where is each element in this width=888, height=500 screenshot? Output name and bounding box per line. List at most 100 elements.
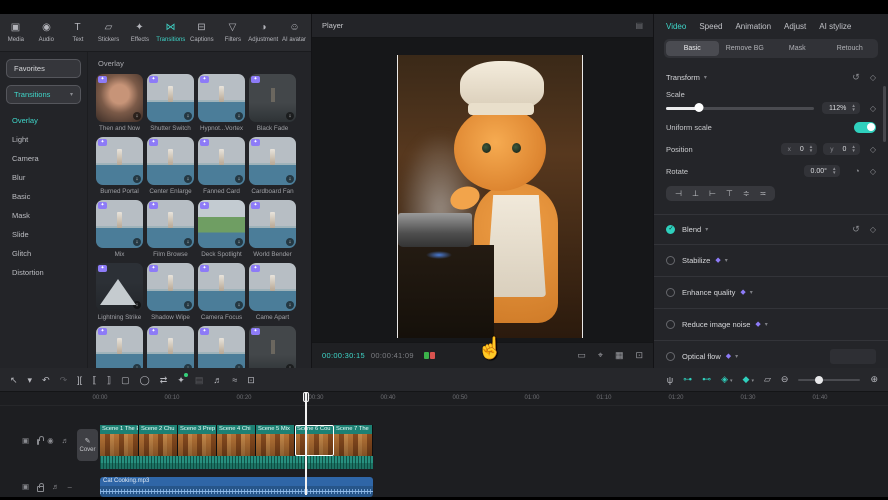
sidebar-item-glitch[interactable]: Glitch bbox=[6, 244, 81, 263]
clip-audio-waveform[interactable] bbox=[100, 456, 373, 469]
transition-card-item[interactable]: ✦↓ bbox=[249, 326, 296, 368]
scale-value-box[interactable]: 112% ▲▼ bbox=[822, 102, 860, 114]
sidebar-item-mask[interactable]: Mask bbox=[6, 206, 81, 225]
tab-ai-stylize[interactable]: AI stylize bbox=[819, 22, 851, 31]
timeline-clip-scene-3-prep[interactable]: Scene 3 Prep bbox=[178, 425, 217, 456]
sidebar-item-overlay[interactable]: Overlay bbox=[6, 111, 81, 130]
split-icon[interactable]: ][ bbox=[77, 375, 82, 385]
transition-card-fanned-card[interactable]: ✦↓Fanned Card bbox=[198, 137, 245, 200]
mirror-icon[interactable]: ⇄ bbox=[160, 375, 168, 385]
optical-flow-disabled-button[interactable] bbox=[830, 349, 876, 364]
zoom-out-icon[interactable]: ⊖ bbox=[781, 374, 789, 385]
sidebar-item-slide[interactable]: Slide bbox=[6, 225, 81, 244]
marker-pair-icon[interactable]: ⊷ bbox=[702, 374, 711, 385]
scale-slider[interactable] bbox=[666, 103, 814, 113]
toolbar-item-ai-avatar[interactable]: ☺AI avatar bbox=[279, 14, 310, 51]
cover-button[interactable]: ✎ Cover bbox=[77, 429, 98, 461]
smart-tool-icon[interactable]: ✦ bbox=[177, 375, 185, 385]
toolbar-item-transitions[interactable]: ⋈Transitions bbox=[155, 14, 186, 51]
collapse-icon[interactable]: ▾ bbox=[704, 74, 707, 81]
mask-icon[interactable]: ◯ bbox=[140, 375, 150, 385]
timeline-clip-scene-7-the[interactable]: Scene 7 The bbox=[334, 425, 373, 456]
frame-preview-icon[interactable] bbox=[424, 352, 435, 359]
align-left-icon[interactable]: ⊣ bbox=[675, 189, 682, 198]
uniform-scale-toggle[interactable] bbox=[854, 122, 876, 133]
transition-card-item[interactable]: ✦↓ bbox=[96, 326, 143, 368]
enhance-quality-checkbox[interactable] bbox=[666, 288, 675, 297]
reduce-noise-checkbox[interactable] bbox=[666, 320, 675, 329]
mute-icon[interactable]: ♬ bbox=[62, 437, 70, 445]
position-y-stepper[interactable]: ▲▼ bbox=[851, 145, 855, 153]
toolbar-item-media[interactable]: ▣Media bbox=[0, 14, 31, 51]
timeline-clip-scene-1-the-e[interactable]: Scene 1 The E bbox=[100, 425, 139, 456]
hide-icon[interactable]: ◉ bbox=[47, 437, 54, 445]
align-center-v-icon[interactable]: ≑ bbox=[743, 189, 750, 198]
tab-speed[interactable]: Speed bbox=[699, 22, 722, 31]
subtab-retouch[interactable]: Retouch bbox=[824, 41, 877, 56]
transition-card-hypnot-vortex[interactable]: ✦↓Hypnot...Vortex bbox=[198, 74, 245, 137]
trim-left-icon[interactable]: ⟦ bbox=[92, 375, 96, 385]
sidebar-item-distortion[interactable]: Distortion bbox=[6, 263, 81, 282]
rotate-keyframe-icon[interactable]: ◇ bbox=[870, 167, 876, 176]
select-tool-dropdown-icon[interactable]: ▾ bbox=[28, 375, 33, 385]
transition-card-then-and-now[interactable]: ✦↓Then and Now bbox=[96, 74, 143, 137]
timeline-clip-scene-2-chu[interactable]: Scene 2 Chu bbox=[139, 425, 178, 456]
screen-expand-icon[interactable]: ⊡ bbox=[247, 375, 255, 385]
subtab-mask[interactable]: Mask bbox=[771, 41, 824, 56]
stabilize-expand-icon[interactable]: ▾ bbox=[725, 257, 728, 264]
reduce-noise-expand-icon[interactable]: ▾ bbox=[765, 321, 768, 328]
select-tool-icon[interactable]: ↖ bbox=[10, 375, 18, 385]
crop-icon[interactable]: ▢ bbox=[121, 375, 130, 385]
align-top-icon[interactable]: ⊤ bbox=[726, 189, 733, 198]
zoom-slider-knob[interactable] bbox=[815, 376, 823, 384]
transition-card-item[interactable]: ✦↓ bbox=[147, 326, 194, 368]
mute-clip-icon[interactable]: ♬ bbox=[213, 375, 222, 385]
video-preview[interactable] bbox=[397, 55, 583, 338]
transition-card-burned-portal[interactable]: ✦↓Burned Portal bbox=[96, 137, 143, 200]
align-right-icon[interactable]: ⊢ bbox=[709, 189, 716, 198]
enhance-expand-icon[interactable]: ▾ bbox=[750, 289, 753, 296]
tab-adjust[interactable]: Adjust bbox=[784, 22, 806, 31]
position-keyframe-icon[interactable]: ◇ bbox=[870, 145, 876, 154]
transition-card-cardboard-fan[interactable]: ✦↓Cardboard Fan bbox=[249, 137, 296, 200]
sidebar-item-light[interactable]: Light bbox=[6, 130, 81, 149]
zoom-slider[interactable] bbox=[798, 376, 860, 384]
blend-keyframe-icon[interactable]: ◇ bbox=[870, 225, 876, 234]
toolbar-item-text[interactable]: TText bbox=[62, 14, 93, 51]
transition-card-film-browse[interactable]: ✦↓Film Browse bbox=[147, 200, 194, 263]
keyframe-menu-icon[interactable]: ◈▾ bbox=[721, 374, 732, 385]
marker-menu-icon[interactable]: ◆▾ bbox=[743, 374, 754, 385]
quality-icon[interactable]: ▦ bbox=[615, 350, 624, 361]
inspector-scrollbar[interactable] bbox=[883, 86, 886, 142]
blend-expand-icon[interactable]: ▾ bbox=[705, 226, 708, 233]
transition-card-mix[interactable]: ✦↓Mix bbox=[96, 200, 143, 263]
timeline-clip-scene-4-chi[interactable]: Scene 4 Chi bbox=[217, 425, 256, 456]
position-x-stepper[interactable]: ▲▼ bbox=[809, 145, 813, 153]
audio-clip[interactable]: Cat Cooking.mp3 bbox=[100, 477, 373, 497]
rotate-value-box[interactable]: 0.00° ▲▼ bbox=[804, 165, 841, 177]
trim-right-icon[interactable]: ⟧ bbox=[107, 375, 111, 385]
rotate-dial-icon[interactable]: ◔ bbox=[854, 166, 859, 176]
sidebar-item-basic[interactable]: Basic bbox=[6, 187, 81, 206]
transition-card-black-fade[interactable]: ✦↓Black Fade bbox=[249, 74, 296, 137]
sidebar-item-camera[interactable]: Camera bbox=[6, 149, 81, 168]
playhead[interactable] bbox=[305, 392, 307, 495]
mirror-preview-icon[interactable]: ▭ bbox=[577, 350, 586, 361]
reset-blend-icon[interactable]: ↺ bbox=[852, 224, 860, 235]
favorites-button[interactable]: Favorites bbox=[6, 59, 81, 78]
transition-card-shadow-wipe[interactable]: ✦↓Shadow Wipe bbox=[147, 263, 194, 326]
transition-card-world-bender[interactable]: ✦↓World Bender bbox=[249, 200, 296, 263]
redo-icon[interactable]: ↷ bbox=[60, 375, 68, 385]
focus-icon[interactable]: ⌖ bbox=[598, 350, 603, 361]
toolbar-item-audio[interactable]: ◉Audio bbox=[31, 14, 62, 51]
fullscreen-icon[interactable]: ⊡ bbox=[635, 350, 643, 361]
tab-animation[interactable]: Animation bbox=[735, 22, 771, 31]
layers-icon[interactable]: ▤ bbox=[195, 375, 204, 385]
more-icon[interactable]: – bbox=[68, 483, 72, 491]
mute-icon[interactable]: ♬ bbox=[52, 483, 60, 491]
timeline-clip-scene-5-mix[interactable]: Scene 5 Mix bbox=[256, 425, 295, 456]
transform-keyframe-icon[interactable]: ◇ bbox=[870, 73, 876, 82]
toolbar-item-effects[interactable]: ✦Effects bbox=[124, 14, 155, 51]
toolbar-item-stickers[interactable]: ▱Stickers bbox=[93, 14, 124, 51]
scale-stepper[interactable]: ▲▼ bbox=[851, 104, 855, 112]
